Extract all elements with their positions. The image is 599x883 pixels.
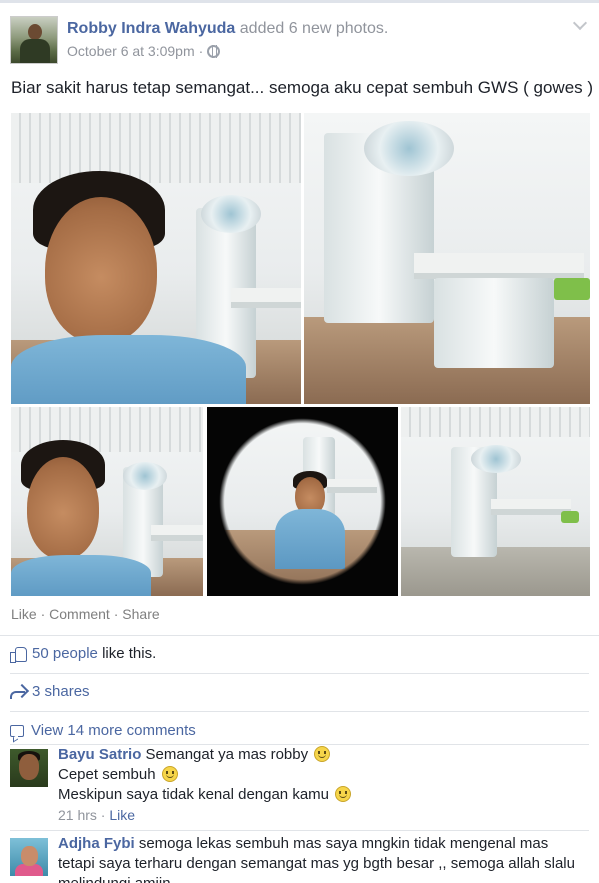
divider — [0, 635, 599, 636]
author-line: Robby Indra Wahyuda added 6 new photos. — [67, 20, 388, 38]
smile-emoji-icon — [335, 786, 352, 802]
like-action[interactable]: Like — [11, 606, 37, 622]
divider — [10, 830, 589, 831]
shares-count[interactable]: 3 shares — [32, 683, 90, 700]
comment-time: 21 hrs — [58, 807, 97, 823]
author-name-link[interactable]: Robby Indra Wahyuda — [67, 20, 235, 37]
likes-suffix: like this. — [102, 645, 157, 662]
comment-text: semoga lekas sembuh mas saya mngkin tida… — [58, 835, 575, 883]
comment-text-line-2: Cepet sembuh — [58, 766, 156, 783]
photo-fisheye-selfie[interactable] — [207, 407, 398, 596]
shares-summary[interactable]: 3 shares — [10, 683, 90, 700]
post-actions: Like · Comment · Share — [11, 606, 160, 622]
globe-icon — [207, 44, 221, 58]
photo-selfie-1[interactable] — [11, 113, 301, 404]
post-action-text: added 6 new photos. — [239, 20, 389, 37]
comment-action[interactable]: Comment — [49, 606, 110, 622]
comment-text-line-1: Semangat ya mas robby — [145, 746, 309, 763]
meta-separator: · — [198, 43, 204, 59]
comment-text-line-3: Meskipun saya tidak kenal dengan kamu — [58, 786, 329, 803]
divider — [10, 711, 589, 712]
action-sep-1: · — [36, 606, 50, 622]
smile-emoji-icon — [161, 766, 178, 782]
comment-item: Adjha Fybi semoga lekas sembuh mas saya … — [10, 835, 589, 883]
comment-bubble-icon — [10, 724, 24, 737]
chevron-down-icon[interactable] — [572, 15, 588, 31]
comment-item: Bayu Satrio Semangat ya mas robby Cepet … — [10, 746, 589, 827]
post-meta: October 6 at 3:09pm · — [67, 43, 221, 59]
thumbs-up-icon — [10, 646, 27, 663]
post-status-text: Biar sakit harus tetap semangat... semog… — [11, 78, 594, 97]
comment-body: Bayu Satrio Semangat ya mas robby Cepet … — [58, 745, 352, 825]
smile-emoji-icon — [314, 746, 331, 762]
comment-body: Adjha Fybi semoga lekas sembuh mas saya … — [58, 834, 578, 883]
top-border — [0, 0, 599, 3]
commenter-avatar[interactable] — [10, 749, 48, 787]
comment-meta-sep: · — [96, 807, 110, 823]
comment-like-link[interactable]: Like — [109, 807, 135, 823]
share-action[interactable]: Share — [122, 606, 159, 622]
divider — [10, 673, 589, 674]
author-avatar[interactable] — [10, 16, 58, 64]
commenter-name[interactable]: Adjha Fybi — [58, 835, 135, 852]
likes-summary: 50 people like this. — [10, 645, 157, 663]
view-more-comments-label[interactable]: View 14 more comments — [31, 722, 196, 739]
commenter-name[interactable]: Bayu Satrio — [58, 746, 141, 763]
commenter-avatar[interactable] — [10, 838, 48, 876]
photo-room-wide[interactable] — [401, 407, 590, 596]
post-header: Robby Indra Wahyuda added 6 new photos. … — [10, 15, 589, 68]
action-sep-2: · — [109, 606, 123, 622]
photo-selfie-2[interactable] — [11, 407, 203, 596]
view-more-comments[interactable]: View 14 more comments — [10, 722, 196, 739]
share-arrow-icon — [10, 685, 26, 699]
likes-count-link[interactable]: 50 people — [32, 645, 98, 662]
photo-radiotherapy-room[interactable] — [304, 113, 590, 404]
post-timestamp[interactable]: October 6 at 3:09pm — [67, 43, 195, 59]
